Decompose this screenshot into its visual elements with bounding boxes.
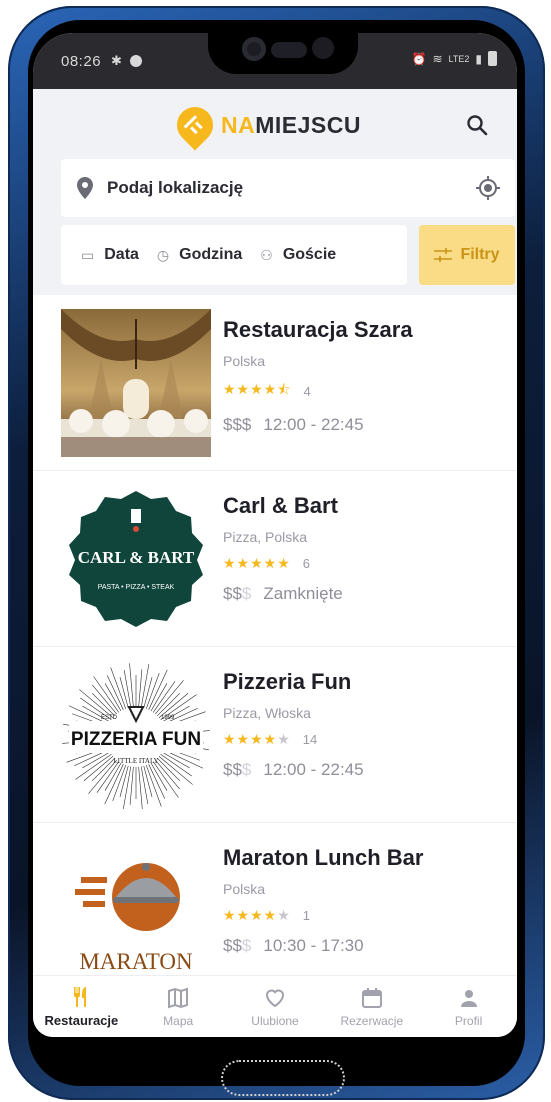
logo-text: MARATON bbox=[79, 949, 193, 974]
restaurant-item-szara[interactable]: Restauracja Szara Polska ★★★★⯪ 4 $$$ 12:… bbox=[33, 295, 517, 471]
restaurant-name[interactable]: Pizzeria Fun bbox=[223, 669, 364, 695]
notification-icon: ✱ bbox=[111, 53, 122, 68]
app-screen: 08:26 ✱ ⏰ ≋ LTE2 ▮ NAMIEJSCU Podaj lokal… bbox=[33, 33, 517, 1037]
opening-hours: 10:30 - 17:30 bbox=[263, 936, 364, 955]
rating-stars: ★★★★★ bbox=[223, 907, 291, 923]
nav-favorites-label: Ulubione bbox=[251, 1013, 299, 1028]
review-count: 1 bbox=[302, 908, 310, 923]
logo-est: ESTD bbox=[101, 715, 118, 721]
phone-notch bbox=[208, 28, 358, 74]
status-time: 08:26 bbox=[61, 52, 102, 70]
review-count: 14 bbox=[302, 732, 318, 747]
guests-filter[interactable]: ⚇ Goście bbox=[260, 246, 336, 264]
gps-target-icon[interactable] bbox=[475, 175, 501, 201]
logo-text-top: CARL & BART bbox=[78, 548, 195, 567]
alarm-clock-icon: ⏰ bbox=[411, 51, 427, 66]
nav-profile-label: Profil bbox=[454, 1013, 483, 1028]
filters-button-label: Filtry bbox=[460, 246, 500, 263]
date-filter-label: Data bbox=[104, 246, 139, 263]
filters-row: ▭ Data ◷ Godzina ⚇ Goście Filtry bbox=[61, 225, 515, 285]
rating-stars: ★★★★★ bbox=[223, 555, 291, 571]
nav-map[interactable]: Mapa bbox=[130, 976, 227, 1037]
restaurant-item-maraton[interactable]: MARATON Maraton Lunch Bar Polska ★★★★★ 1… bbox=[33, 823, 517, 975]
price-level: $$$ bbox=[223, 584, 252, 603]
search-filters: ▭ Data ◷ Godzina ⚇ Goście bbox=[61, 225, 407, 285]
signal-icon: ▮ bbox=[475, 51, 482, 66]
user-icon bbox=[460, 989, 477, 1007]
sensor-icon bbox=[312, 37, 334, 59]
location-pin-icon bbox=[77, 177, 93, 199]
front-camera-icon bbox=[242, 37, 266, 61]
restaurant-logo-pizzeria-fun: ESTD 1999 PIZZERIA FUN LITTLE ITALY bbox=[61, 661, 211, 809]
fork-knife-icon bbox=[74, 987, 87, 1007]
guests-filter-label: Goście bbox=[282, 246, 337, 263]
price-level: $$$ bbox=[223, 936, 252, 955]
restaurant-name[interactable]: Maraton Lunch Bar bbox=[223, 845, 423, 871]
search-icon[interactable] bbox=[465, 113, 489, 137]
restaurant-name[interactable]: Carl & Bart bbox=[223, 493, 343, 519]
review-count: 4 bbox=[303, 383, 311, 399]
price-level: $$$ bbox=[223, 760, 252, 779]
nav-reservations[interactable]: Rezerwacje bbox=[323, 976, 420, 1037]
clock-icon: ◷ bbox=[156, 246, 170, 263]
date-filter[interactable]: ▭ Data bbox=[81, 246, 139, 264]
sliders-icon bbox=[434, 248, 453, 262]
restaurant-cuisine: Pizza, Włoska bbox=[223, 705, 311, 721]
time-filter[interactable]: ◷ Godzina bbox=[157, 246, 242, 264]
nav-favorites[interactable]: Ulubione bbox=[227, 976, 324, 1037]
guests-icon: ⚇ bbox=[260, 246, 273, 263]
calendar-icon bbox=[361, 987, 382, 1008]
status-right-icons: ⏰ ≋ LTE2 ▮ bbox=[412, 51, 497, 66]
restaurant-logo-maraton: MARATON bbox=[61, 837, 211, 975]
logo-pin-icon bbox=[169, 99, 221, 151]
logo-text-sub: LITTLE ITALY bbox=[113, 757, 158, 765]
calendar-icon: ▭ bbox=[81, 246, 95, 263]
status-dot-icon bbox=[129, 55, 142, 67]
price-level: $$$ bbox=[223, 415, 252, 434]
restaurant-cuisine: Polska bbox=[223, 353, 266, 369]
logo-text-main: MIEJSCU bbox=[255, 111, 361, 138]
speaker-grille bbox=[271, 42, 307, 58]
restaurant-photo-interior bbox=[61, 309, 211, 457]
location-placeholder: Podaj lokalizację bbox=[107, 178, 244, 197]
filters-button[interactable]: Filtry bbox=[419, 225, 515, 285]
network-label: LTE2 bbox=[448, 53, 470, 64]
app-logo[interactable]: NAMIEJSCU bbox=[169, 99, 361, 151]
opening-hours: Zamknięte bbox=[263, 584, 343, 603]
restaurant-list[interactable]: Restauracja Szara Polska ★★★★⯪ 4 $$$ 12:… bbox=[33, 295, 517, 975]
nav-map-label: Mapa bbox=[163, 1013, 194, 1028]
heart-icon bbox=[265, 989, 284, 1007]
review-count: 6 bbox=[302, 556, 310, 571]
logo-text-accent: NA bbox=[221, 111, 256, 138]
rating-stars: ★★★★★ bbox=[223, 731, 291, 747]
nav-restaurants[interactable]: Restauracje bbox=[33, 976, 130, 1037]
app-header: NAMIEJSCU bbox=[33, 89, 517, 161]
restaurant-logo-carl-bart: CARL & BART PASTA • PIZZA • STEAK bbox=[61, 485, 211, 633]
logo-text-main: PIZZERIA FUN bbox=[71, 729, 201, 750]
time-filter-label: Godzina bbox=[179, 246, 243, 263]
nav-profile[interactable]: Profil bbox=[420, 976, 517, 1037]
bottom-navigation: Restauracje Mapa Ulubione Rezerwacje Pro… bbox=[33, 975, 517, 1037]
restaurant-item-pizzeria-fun[interactable]: ESTD 1999 PIZZERIA FUN LITTLE ITALY Pizz… bbox=[33, 647, 517, 823]
opening-hours: 12:00 - 22:45 bbox=[263, 415, 364, 434]
nav-reservations-label: Rezerwacje bbox=[340, 1013, 404, 1028]
restaurant-cuisine: Polska bbox=[223, 881, 266, 897]
restaurant-name[interactable]: Restauracja Szara bbox=[223, 317, 413, 343]
opening-hours: 12:00 - 22:45 bbox=[263, 760, 364, 779]
logo-year: 1999 bbox=[161, 715, 175, 721]
home-button[interactable] bbox=[221, 1060, 345, 1096]
wifi-icon: ≋ bbox=[432, 51, 443, 66]
nav-restaurants-label: Restauracje bbox=[44, 1013, 119, 1028]
map-icon bbox=[168, 987, 189, 1008]
logo-text-bottom: PASTA • PIZZA • STEAK bbox=[98, 584, 175, 591]
battery-icon bbox=[488, 51, 497, 66]
restaurant-item-carl-bart[interactable]: CARL & BART PASTA • PIZZA • STEAK Carl &… bbox=[33, 471, 517, 647]
restaurant-cuisine: Pizza, Polska bbox=[223, 529, 308, 545]
location-input[interactable]: Podaj lokalizację bbox=[61, 159, 515, 217]
rating-stars: ★★★★⯪ bbox=[223, 381, 292, 397]
